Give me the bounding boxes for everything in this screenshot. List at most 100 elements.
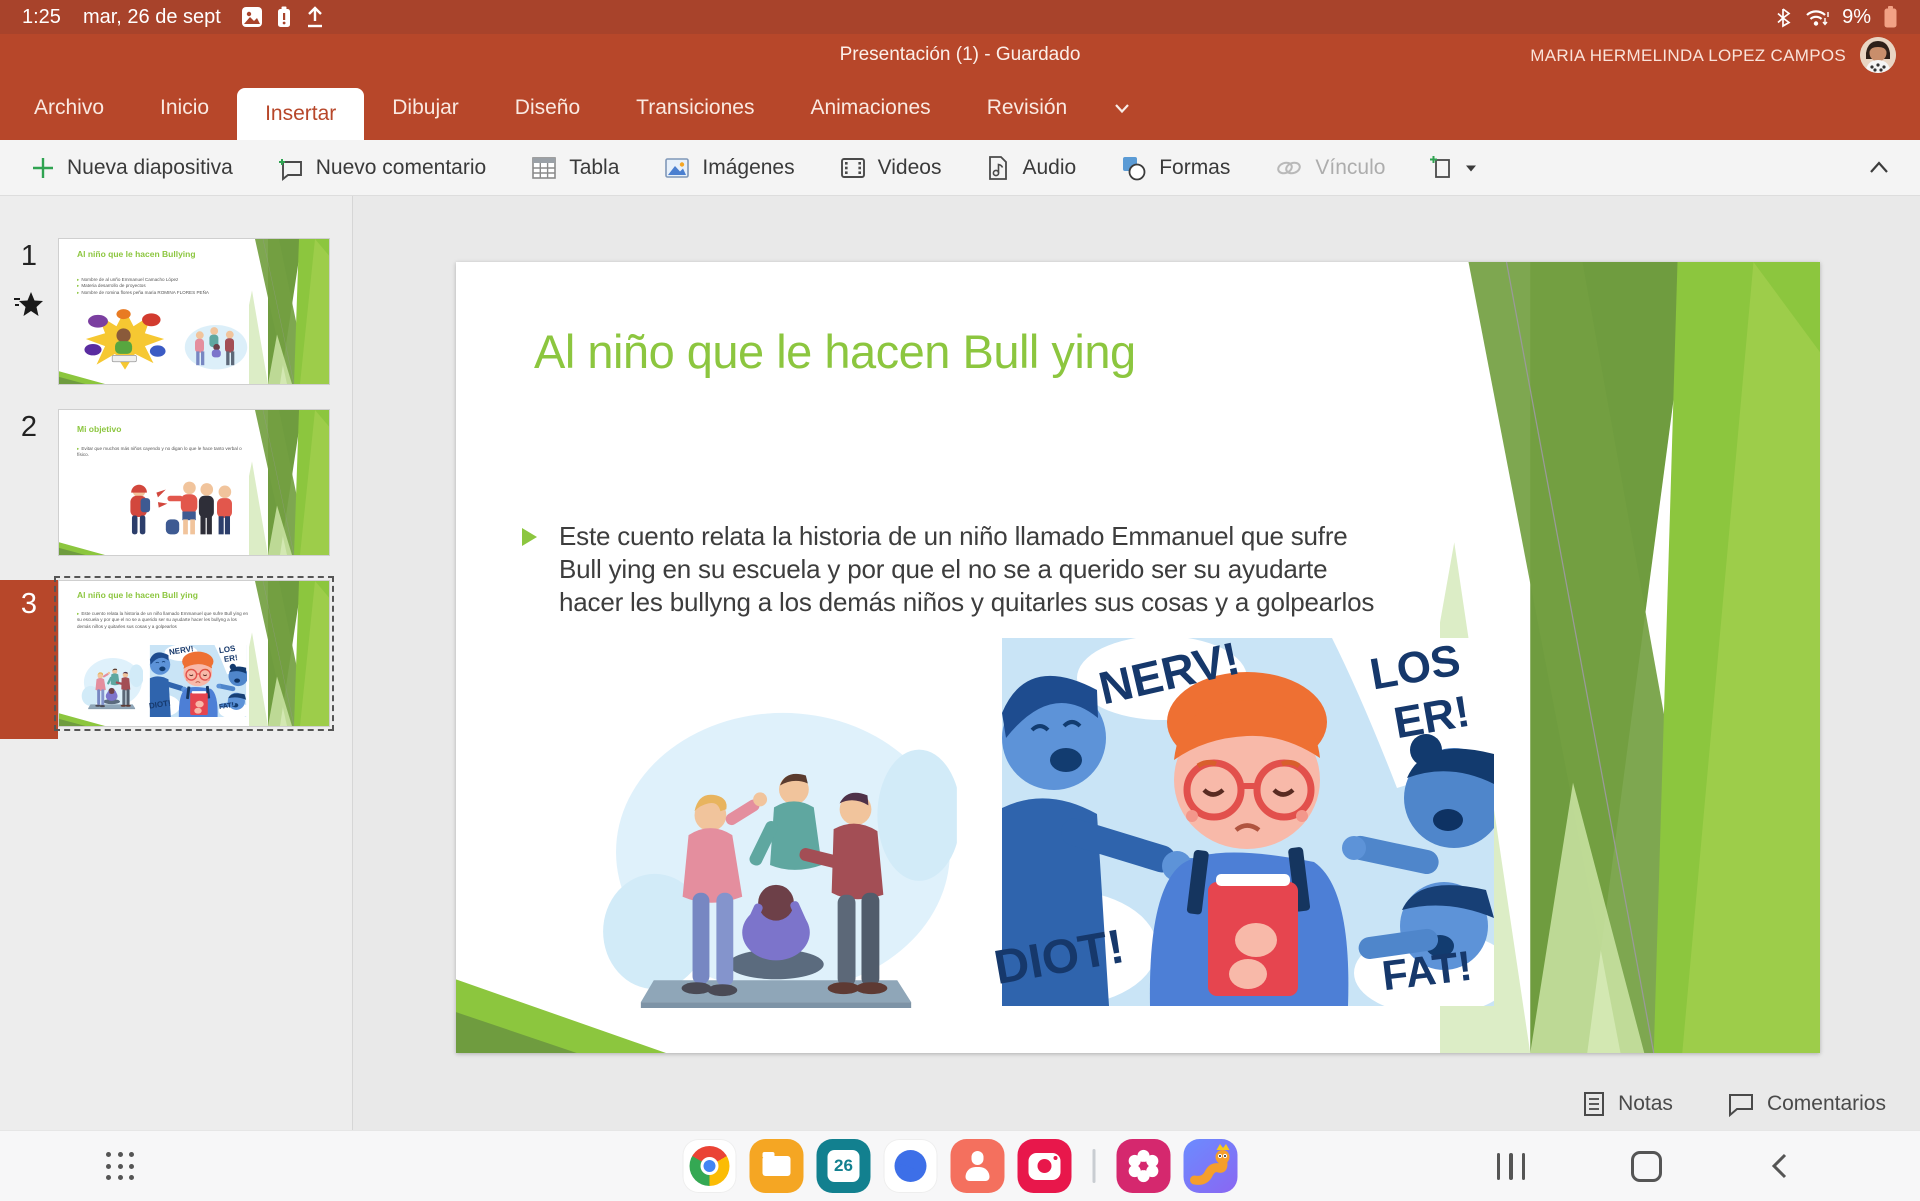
comments-button[interactable]: Comentarios — [1727, 1091, 1886, 1117]
calendar-app-icon[interactable]: 26 — [817, 1139, 871, 1193]
tab-revision[interactable]: Revisión — [959, 76, 1096, 140]
slide-design-graphic — [1440, 262, 1820, 1053]
notes-comments-bar: Notas Comentarios — [353, 1078, 1920, 1130]
thumb-pointing-illustration: NERV! LOS ER! DIOT! FAT! — [149, 645, 247, 717]
tab-diseno[interactable]: Diseño — [487, 76, 608, 140]
slither-game-app-icon[interactable] — [1184, 1139, 1238, 1193]
slide-thumbnail-panel: 1 Al niño que le hacen Bullying ▸Nombre … — [0, 196, 353, 1130]
chevron-down-icon — [1111, 97, 1133, 119]
dock-divider — [1093, 1149, 1096, 1183]
new-comment-button[interactable]: Nuevo comentario — [277, 154, 486, 182]
new-slide-dropdown-icon — [1429, 154, 1455, 182]
tab-inicio[interactable]: Inicio — [132, 76, 237, 140]
wifi-icon — [1804, 6, 1830, 28]
thumb-bullet: Este cuento relata la historia de un niñ… — [77, 611, 248, 629]
videos-button[interactable]: Videos — [839, 154, 942, 182]
thumb-pointing-kids-illustration — [117, 464, 243, 548]
tab-dibujar[interactable]: Dibujar — [364, 76, 487, 140]
thumbnail-row-1: 1 Al niño que le hacen Bullying ▸Nombre … — [0, 238, 352, 385]
chevron-up-icon — [1866, 158, 1892, 178]
thumb-group-illustration — [183, 321, 249, 371]
android-status-bar: 1:25 mar, 26 de sept 9% — [0, 0, 1920, 34]
collapse-ribbon-button[interactable] — [1866, 140, 1892, 196]
more-tabs-button[interactable] — [1095, 76, 1149, 140]
ribbon-tab-bar: Archivo Inicio Insertar Dibujar Diseño T… — [0, 76, 1920, 140]
thumb-bullet: Nombre de romina flores peña maria ROMIN… — [81, 290, 209, 295]
slide-number: 2 — [0, 409, 58, 444]
transition-star-icon — [0, 291, 58, 317]
body-line: hacer les bullyng a los demás niños y qu… — [559, 586, 1374, 619]
slide-corner-graphic — [59, 710, 105, 726]
bullet-marker — [522, 528, 537, 546]
editor-content: 1 Al niño que le hacen Bullying ▸Nombre … — [0, 196, 1920, 1130]
image-notification-icon — [241, 6, 263, 28]
app-title-bar: Presentación (1) - Guardado MARIA HERMEL… — [0, 34, 1920, 76]
battery-percent: 9% — [1842, 6, 1871, 29]
slide-3-thumbnail[interactable]: Al niño que le hacen Bull ying ▸Este cue… — [58, 580, 330, 727]
flower-icon — [1122, 1144, 1166, 1188]
bullying-group-illustration[interactable] — [598, 698, 958, 1016]
slide-number: 1 — [0, 238, 58, 273]
tab-insertar[interactable]: Insertar — [237, 88, 364, 140]
slide-canvas-area: Al niño que le hacen Bull ying Este cuen… — [353, 196, 1920, 1130]
app-dock: 26 — [683, 1139, 1238, 1193]
slide-number-selected: 3 — [0, 580, 58, 739]
tab-archivo[interactable]: Archivo — [6, 76, 132, 140]
tab-animaciones[interactable]: Animaciones — [782, 76, 958, 140]
bluetooth-icon — [1776, 6, 1792, 28]
status-time: 1:25 — [22, 6, 61, 29]
recents-button[interactable] — [1497, 1153, 1526, 1180]
table-button[interactable]: Tabla — [530, 154, 619, 182]
thumb-group-illustration — [81, 655, 143, 711]
add-slide-dropdown-button[interactable] — [1429, 154, 1478, 182]
bullied-boy-illustration[interactable]: NERV! LOS ER! DIOT! FAT! — [1002, 638, 1494, 1006]
calendar-date-badge: 26 — [828, 1150, 860, 1182]
audio-icon — [985, 154, 1011, 182]
link-button: Vínculo — [1274, 154, 1385, 182]
notes-button[interactable]: Notas — [1582, 1091, 1673, 1117]
shapes-icon — [1120, 154, 1148, 182]
contacts-app-icon[interactable] — [951, 1139, 1005, 1193]
battery-icon — [1883, 5, 1898, 29]
new-slide-button[interactable]: Nueva diapositiva — [30, 155, 233, 181]
comments-icon — [1727, 1091, 1755, 1117]
slide-design-graphic — [249, 410, 329, 555]
upload-icon — [305, 6, 325, 28]
account-user-name: MARIA HERMELINDA LOPEZ CAMPOS — [1530, 46, 1846, 66]
slide-2-thumbnail[interactable]: Mi objetivo ▸Evitar que muchos más niños… — [58, 409, 330, 556]
slide-editor[interactable]: Al niño que le hacen Bull ying Este cuen… — [456, 262, 1820, 1053]
new-slide-plus-icon — [30, 155, 56, 181]
slide-body-textbox[interactable]: Este cuento relata la historia de un niñ… — [522, 520, 1374, 619]
thumbnail-row-3: 3 Al niño que le hacen Bull ying ▸Este c… — [0, 580, 352, 739]
camera-app-icon[interactable] — [1018, 1139, 1072, 1193]
tab-transiciones[interactable]: Transiciones — [608, 76, 782, 140]
shapes-button[interactable]: Formas — [1120, 154, 1230, 182]
avatar-photo — [1860, 37, 1896, 73]
images-icon — [663, 154, 691, 182]
chrome-app-icon[interactable] — [683, 1139, 737, 1193]
home-button[interactable] — [1631, 1151, 1662, 1182]
system-nav-buttons — [1497, 1151, 1791, 1182]
thumb-slide-title: Al niño que le hacen Bull ying — [77, 590, 198, 600]
videos-icon — [839, 154, 867, 182]
my-files-app-icon[interactable] — [750, 1139, 804, 1193]
images-button[interactable]: Imágenes — [663, 154, 794, 182]
new-comment-icon — [277, 154, 305, 182]
slide-title-textbox[interactable]: Al niño que le hacen Bull ying — [534, 324, 1136, 379]
snake-icon — [1187, 1142, 1235, 1190]
gallery-app-icon[interactable] — [1117, 1139, 1171, 1193]
back-button[interactable] — [1768, 1151, 1790, 1181]
battery-alert-icon — [277, 6, 291, 28]
dropdown-caret-icon — [1464, 163, 1478, 173]
audio-button[interactable]: Audio — [985, 154, 1076, 182]
account-avatar[interactable] — [1860, 37, 1896, 73]
thumb-bullet: Nombre de al unño Emmanuel Camacho López — [81, 277, 178, 282]
status-date: mar, 26 de sept — [83, 6, 221, 29]
speech-bubble-text: FAT! — [1380, 945, 1475, 998]
slide-design-graphic — [249, 239, 329, 384]
messages-app-icon[interactable] — [884, 1139, 938, 1193]
android-nav-bar: 26 — [0, 1130, 1920, 1201]
thumb-bullet: Materia desarrollo de proyectos — [81, 283, 145, 288]
app-grid-icon[interactable] — [106, 1152, 134, 1180]
slide-1-thumbnail[interactable]: Al niño que le hacen Bullying ▸Nombre de… — [58, 238, 330, 385]
